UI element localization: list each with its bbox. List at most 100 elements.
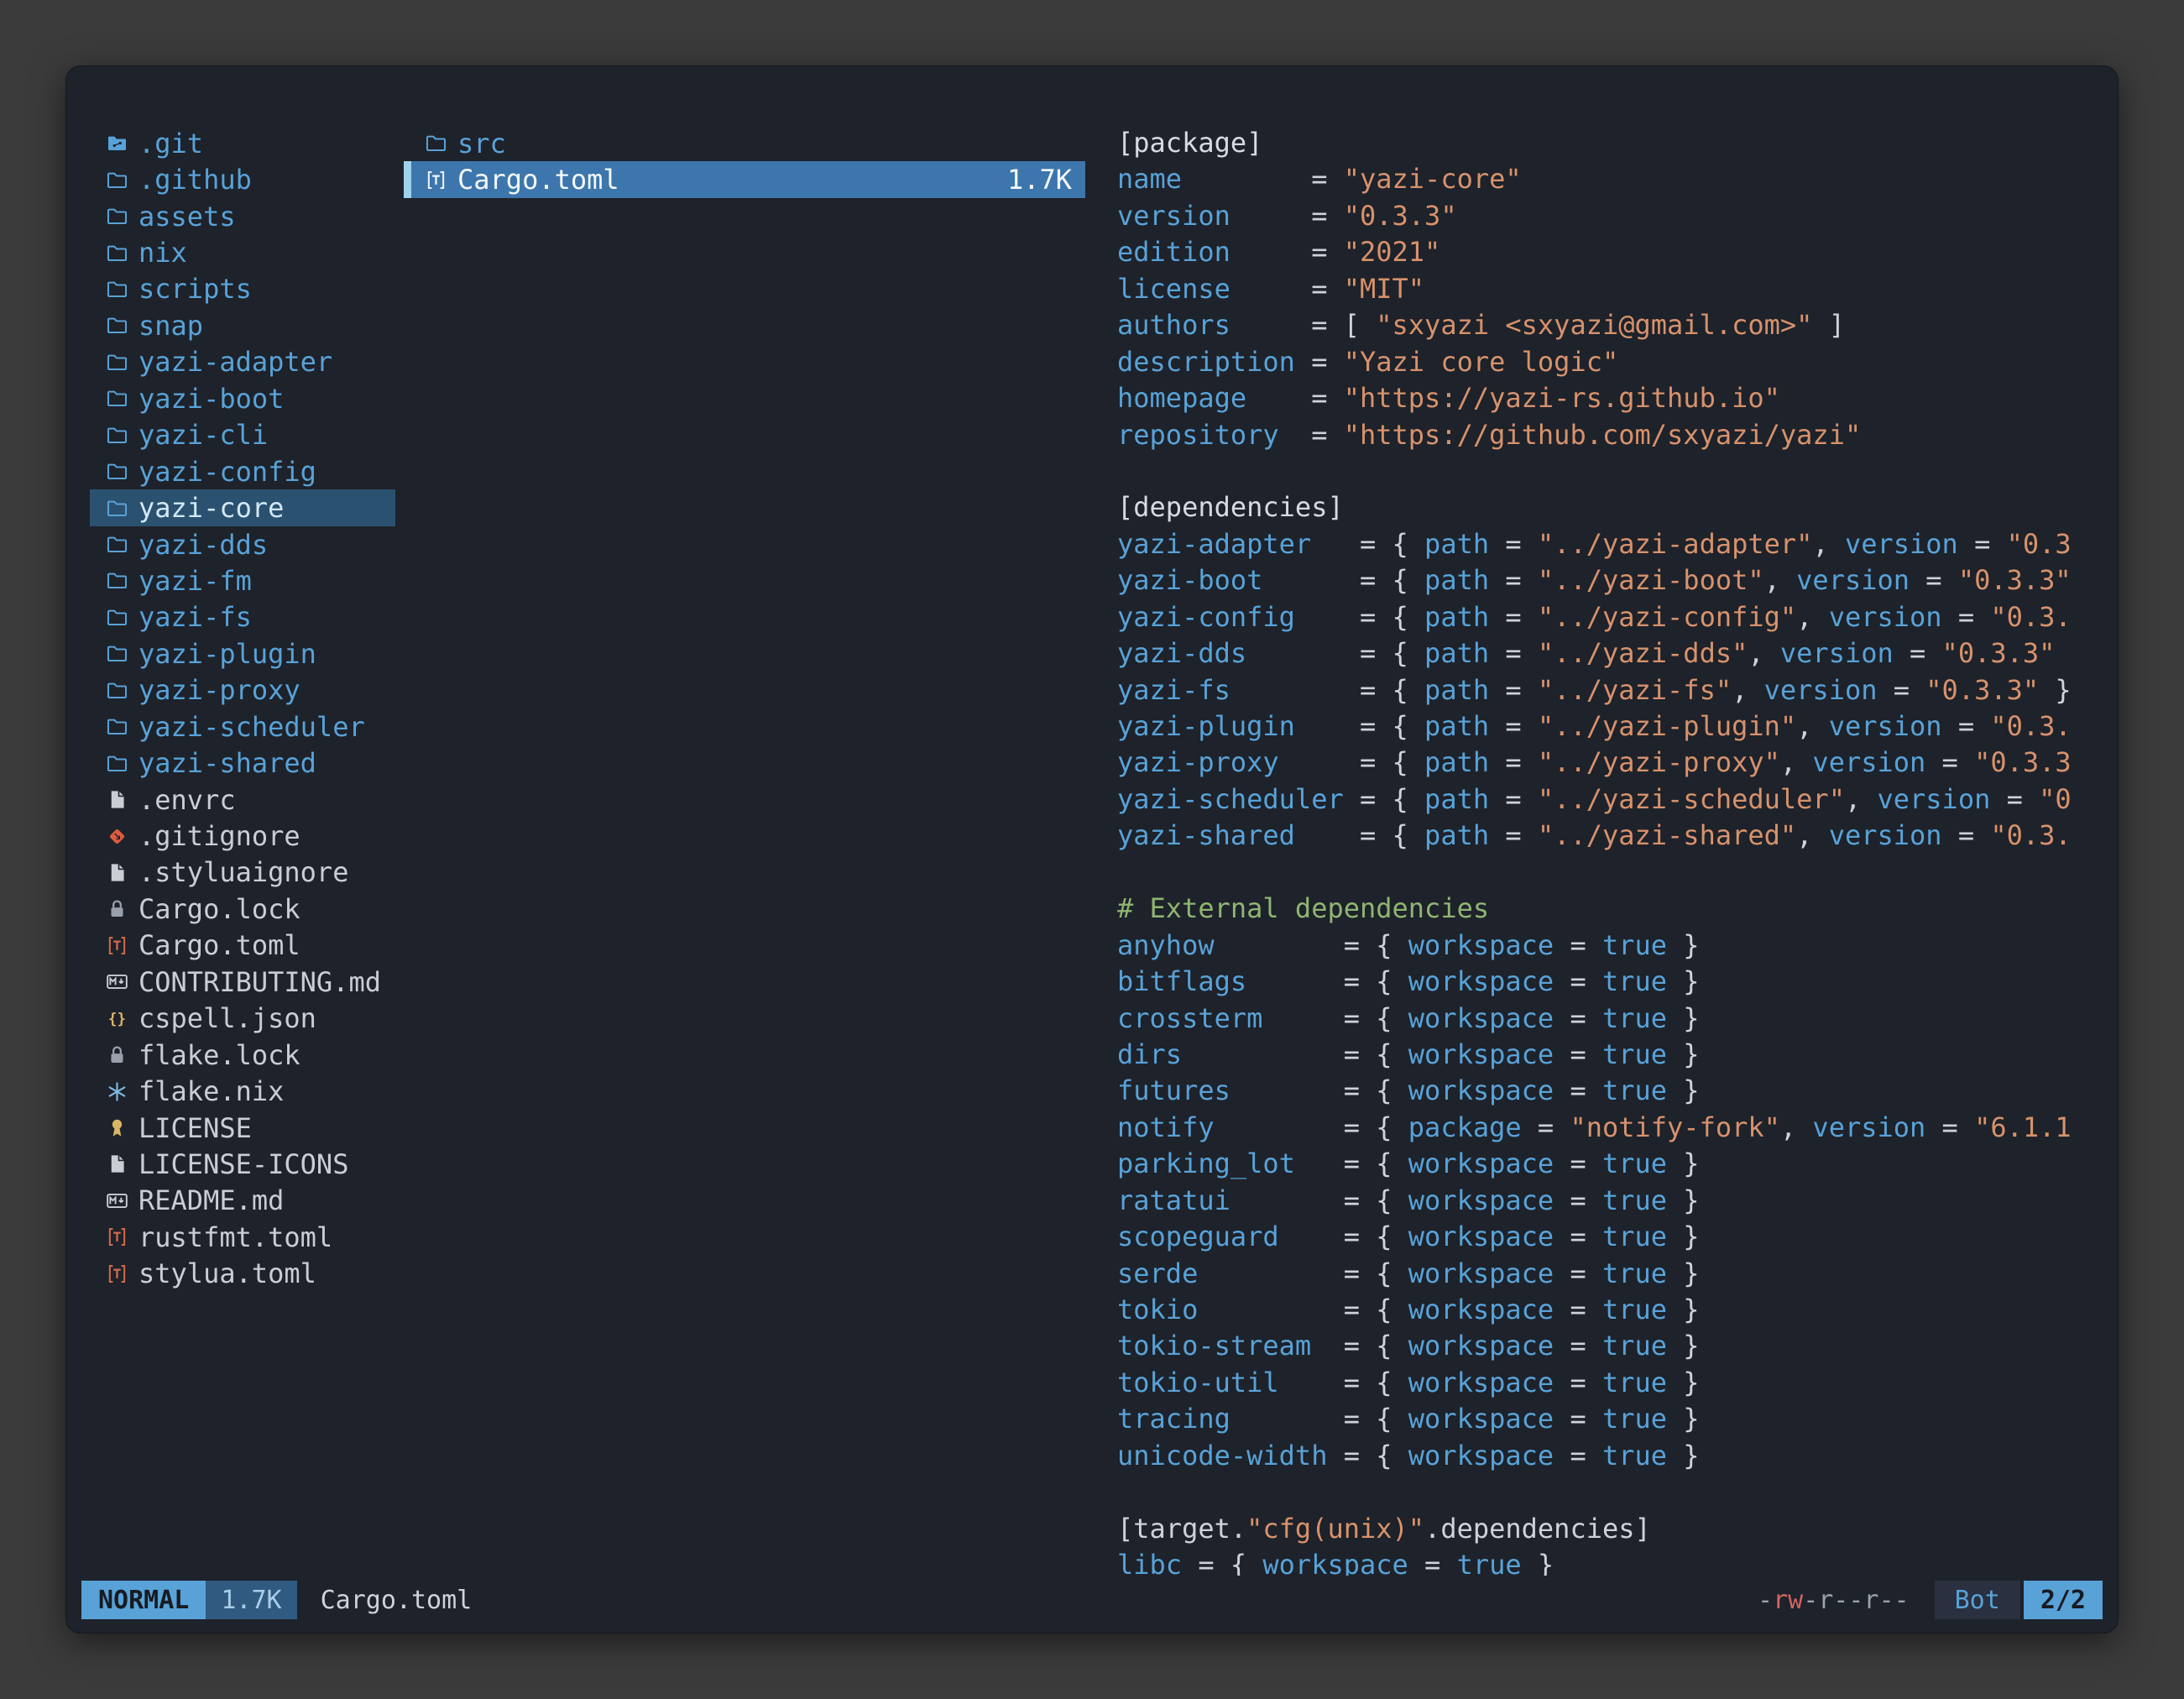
parent-file-row[interactable]: yazi-adapter bbox=[90, 344, 395, 380]
parent-file-row[interactable]: .styluaignore bbox=[90, 855, 395, 891]
parent-file-row[interactable]: README.md bbox=[90, 1183, 395, 1219]
file-name: yazi-dds bbox=[138, 529, 268, 561]
preview-line: crossterm = { workspace = true } bbox=[1117, 1001, 2108, 1037]
preview-line: libc = { workspace = true } bbox=[1117, 1547, 2108, 1576]
parent-file-row[interactable]: yazi-config bbox=[90, 453, 395, 489]
file-name: nix bbox=[138, 237, 187, 269]
preview-line: futures = { workspace = true } bbox=[1117, 1073, 2108, 1109]
file-name: rustfmt.toml bbox=[138, 1221, 332, 1253]
parent-file-row[interactable]: flake.lock bbox=[90, 1037, 395, 1073]
parent-file-row[interactable]: yazi-fs bbox=[90, 599, 395, 635]
preview-line: anyhow = { workspace = true } bbox=[1117, 928, 2108, 964]
parent-file-row[interactable]: yazi-scheduler bbox=[90, 708, 395, 745]
nix-icon bbox=[102, 1080, 132, 1103]
file-icon bbox=[102, 1153, 132, 1175]
parent-file-row[interactable]: .envrc bbox=[90, 782, 395, 818]
preview-line: [target."cfg(unix)".dependencies] bbox=[1117, 1511, 2108, 1547]
file-name: yazi-core bbox=[138, 492, 284, 524]
file-name: yazi-proxy bbox=[138, 674, 300, 706]
folder-icon bbox=[102, 533, 132, 556]
file-name: .gitignore bbox=[138, 820, 300, 852]
status-right: -rw-r--r-- Bot 2/2 bbox=[1758, 1581, 2103, 1619]
current-file-row[interactable]: Cargo.toml1.7K bbox=[404, 161, 1085, 197]
preview-line: license = "MIT" bbox=[1117, 271, 2108, 307]
status-file-name: Cargo.toml bbox=[321, 1586, 473, 1615]
file-name: yazi-shared bbox=[138, 747, 316, 779]
current-file-row[interactable]: src bbox=[404, 125, 1085, 161]
file-name: .github bbox=[138, 164, 252, 196]
file-name: yazi-cli bbox=[138, 419, 268, 451]
file-name: .envrc bbox=[138, 784, 236, 816]
preview-line: notify = { package = "notify-fork", vers… bbox=[1117, 1110, 2108, 1146]
folder-icon bbox=[102, 278, 132, 301]
parent-file-row[interactable]: yazi-boot bbox=[90, 380, 395, 416]
preview-line: authors = [ "sxyazi <sxyazi@gmail.com>" … bbox=[1117, 307, 2108, 343]
git-icon bbox=[102, 825, 132, 848]
parent-file-row[interactable]: LICENSE bbox=[90, 1110, 395, 1146]
preview-line: version = "0.3.3" bbox=[1117, 198, 2108, 234]
toml-icon bbox=[102, 1226, 132, 1248]
parent-file-row[interactable]: CONTRIBUTING.md bbox=[90, 964, 395, 1000]
toml-icon bbox=[102, 934, 132, 957]
folder-icon bbox=[102, 752, 132, 775]
file-name: yazi-plugin bbox=[138, 638, 316, 670]
parent-file-row[interactable]: yazi-fm bbox=[90, 562, 395, 599]
preview-line bbox=[1117, 855, 2108, 891]
preview-line: tokio-stream = { workspace = true } bbox=[1117, 1328, 2108, 1364]
parent-file-row[interactable]: .gitignore bbox=[90, 818, 395, 854]
parent-file-row[interactable]: Cargo.toml bbox=[90, 928, 395, 964]
preview-line: tokio-util = { workspace = true } bbox=[1117, 1365, 2108, 1401]
file-name: yazi-config bbox=[138, 456, 316, 488]
file-name: LICENSE bbox=[138, 1112, 252, 1144]
preview-line: description = "Yazi core logic" bbox=[1117, 344, 2108, 380]
file-name: Cargo.toml bbox=[138, 929, 300, 961]
parent-file-row[interactable]: yazi-core bbox=[90, 489, 395, 525]
parent-file-row[interactable]: assets bbox=[90, 198, 395, 234]
parent-file-row[interactable]: yazi-plugin bbox=[90, 635, 395, 672]
file-name: yazi-boot bbox=[138, 383, 284, 415]
preview-line: yazi-boot = { path = "../yazi-boot", ver… bbox=[1117, 562, 2108, 599]
parent-file-row[interactable]: yazi-shared bbox=[90, 745, 395, 781]
file-name: cspell.json bbox=[138, 1002, 316, 1034]
parent-file-row[interactable]: flake.nix bbox=[90, 1073, 395, 1109]
preview-line: name = "yazi-core" bbox=[1117, 161, 2108, 197]
parent-file-row[interactable]: .github bbox=[90, 161, 395, 197]
preview-line: edition = "2021" bbox=[1117, 234, 2108, 270]
preview-line: tokio = { workspace = true } bbox=[1117, 1292, 2108, 1328]
file-name: scripts bbox=[138, 273, 252, 305]
parent-file-row[interactable]: scripts bbox=[90, 271, 395, 307]
parent-file-row[interactable]: yazi-proxy bbox=[90, 672, 395, 708]
preview-line: ratatui = { workspace = true } bbox=[1117, 1183, 2108, 1219]
file-name: .styluaignore bbox=[138, 856, 348, 888]
preview-line: unicode-width = { workspace = true } bbox=[1117, 1438, 2108, 1474]
preview-line: # External dependencies bbox=[1117, 891, 2108, 927]
scroll-position-label: Bot bbox=[1935, 1581, 2020, 1619]
parent-file-row[interactable]: nix bbox=[90, 234, 395, 270]
preview-line: [package] bbox=[1117, 125, 2108, 161]
folder-icon bbox=[102, 497, 132, 520]
folder-icon bbox=[102, 314, 132, 337]
parent-file-row[interactable]: snap bbox=[90, 307, 395, 343]
file-size-badge: 1.7K bbox=[206, 1581, 296, 1619]
folder-icon bbox=[102, 169, 132, 191]
preview-line: parking_lot = { workspace = true } bbox=[1117, 1146, 2108, 1182]
parent-file-row[interactable]: .git bbox=[90, 125, 395, 161]
parent-file-row[interactable]: LICENSE-ICONS bbox=[90, 1146, 395, 1182]
preview-line: yazi-proxy = { path = "../yazi-proxy", v… bbox=[1117, 745, 2108, 781]
preview-line: bitflags = { workspace = true } bbox=[1117, 964, 2108, 1000]
parent-file-row[interactable]: yazi-dds bbox=[90, 526, 395, 562]
parent-file-row[interactable]: Cargo.lock bbox=[90, 891, 395, 927]
status-bar: NORMAL 1.7K Cargo.toml -rw-r--r-- Bot 2/… bbox=[81, 1581, 2103, 1619]
file-name: flake.lock bbox=[138, 1039, 300, 1071]
file-name: stylua.toml bbox=[138, 1257, 316, 1289]
preview-line: yazi-shared = { path = "../yazi-shared",… bbox=[1117, 818, 2108, 854]
file-name: yazi-fs bbox=[138, 601, 252, 633]
parent-file-row[interactable]: rustfmt.toml bbox=[90, 1219, 395, 1255]
folder-icon bbox=[102, 351, 132, 374]
parent-file-row[interactable]: yazi-cli bbox=[90, 417, 395, 453]
parent-file-row[interactable]: stylua.toml bbox=[90, 1256, 395, 1292]
folder-icon bbox=[102, 460, 132, 483]
git-folder-icon bbox=[102, 132, 132, 154]
parent-file-row[interactable]: {}cspell.json bbox=[90, 1001, 395, 1037]
folder-icon bbox=[102, 424, 132, 447]
